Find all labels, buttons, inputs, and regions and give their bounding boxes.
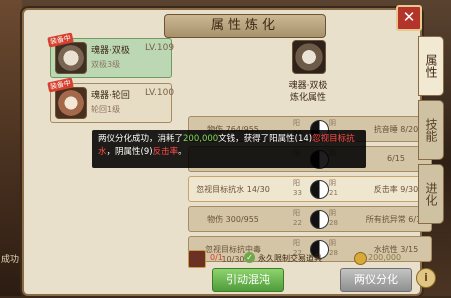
weapon-icon [55, 87, 87, 119]
split-button[interactable]: 两仪分化 [340, 268, 412, 292]
yang-num: 33 [293, 189, 302, 197]
info-icon[interactable]: i [416, 268, 436, 288]
yin-label: 阴 [329, 239, 336, 247]
attr-row[interactable]: 物伤 300/955 阳 22 阴 28 所有抗异常 6/15 [188, 206, 432, 232]
yin-label: 阴 [329, 119, 336, 127]
tooltip-text-3: ，阴属性(9) [106, 147, 153, 157]
yin-label: 阴 [329, 209, 336, 217]
item-count: 0/1 [210, 253, 223, 262]
weapon-list: 装备中 魂器·双极 LV.109 双极3级 装备中 魂器·轮回 LV.100 轮… [47, 32, 175, 128]
weapon-sub: 双极3级 [91, 60, 121, 69]
yinyang-icon [310, 180, 329, 199]
close-icon[interactable]: ✕ [396, 5, 422, 31]
weapon-icon [55, 42, 87, 74]
tooltip-text-1: 两仪分化成功，消耗了 [98, 134, 184, 144]
tab-skills[interactable]: 技能 [418, 100, 444, 160]
yang-attr: 物伤 300/955 [207, 215, 259, 224]
target-sub: 炼化属性 [289, 93, 326, 103]
yinyang-value: 阳 22 阴 28 [293, 207, 347, 231]
weapon-name: 魂器·双极 [91, 46, 130, 56]
consumable-item-icon[interactable] [188, 250, 206, 268]
weapon-sub: 轮回1级 [91, 105, 121, 114]
yinyang-value: 阳 33 阴 21 [293, 177, 347, 201]
yang-label: 阳 [293, 209, 300, 217]
weapon-item-lunhui[interactable]: 装备中 魂器·轮回 LV.100 轮回1级 [47, 77, 175, 123]
tooltip-text-4: 。 [178, 147, 187, 157]
coin-icon [354, 252, 367, 265]
yin-label: 阴 [329, 179, 336, 187]
yang-num: 22 [293, 219, 302, 227]
panel-title: 属性炼化 [164, 14, 326, 38]
result-tooltip: 两仪分化成功，消耗了200,000文钱，获得了阳属性(14)忽视目标抗水，阴属性… [92, 130, 366, 168]
cost-text: 200,000 [368, 253, 402, 262]
tab-evolve[interactable]: 进化 [418, 164, 444, 224]
yang-label: 阳 [293, 239, 300, 247]
yang-attr: 忽视目标抗水 14/30 [196, 185, 270, 194]
chaos-button[interactable]: 引动混沌 [212, 268, 284, 292]
yinyang-icon [310, 210, 329, 229]
yang-label: 阳 [293, 179, 300, 187]
tooltip-text-2: 文钱，获得了阳属性(14) [218, 134, 313, 144]
tooltip-yin-attr: 反击率 [152, 147, 179, 157]
background-text: 成功 [0, 255, 19, 265]
tab-attributes[interactable]: 属性 [418, 36, 444, 96]
weapon-item-shuangji[interactable]: 装备中 魂器·双极 LV.109 双极3级 [47, 32, 175, 78]
yin-num: 21 [329, 189, 338, 197]
checkbox-label: 永久限制交易道具 [258, 254, 322, 263]
side-tabs: 属性 技能 进化 [418, 36, 444, 228]
attr-row[interactable]: 忽视目标抗水 14/30 阳 33 阴 21 反击率 9/30 [188, 176, 432, 202]
weapon-level: LV.109 [145, 43, 175, 53]
tooltip-cost: 200,000 [183, 134, 219, 144]
target-weapon-icon [292, 40, 326, 74]
yang-label: 阳 [293, 119, 300, 127]
yin-num: 28 [329, 219, 338, 227]
weapon-name: 魂器·轮回 [91, 91, 130, 101]
weapon-level: LV.100 [145, 88, 175, 98]
checkbox-icon[interactable]: ✓ [244, 252, 255, 263]
